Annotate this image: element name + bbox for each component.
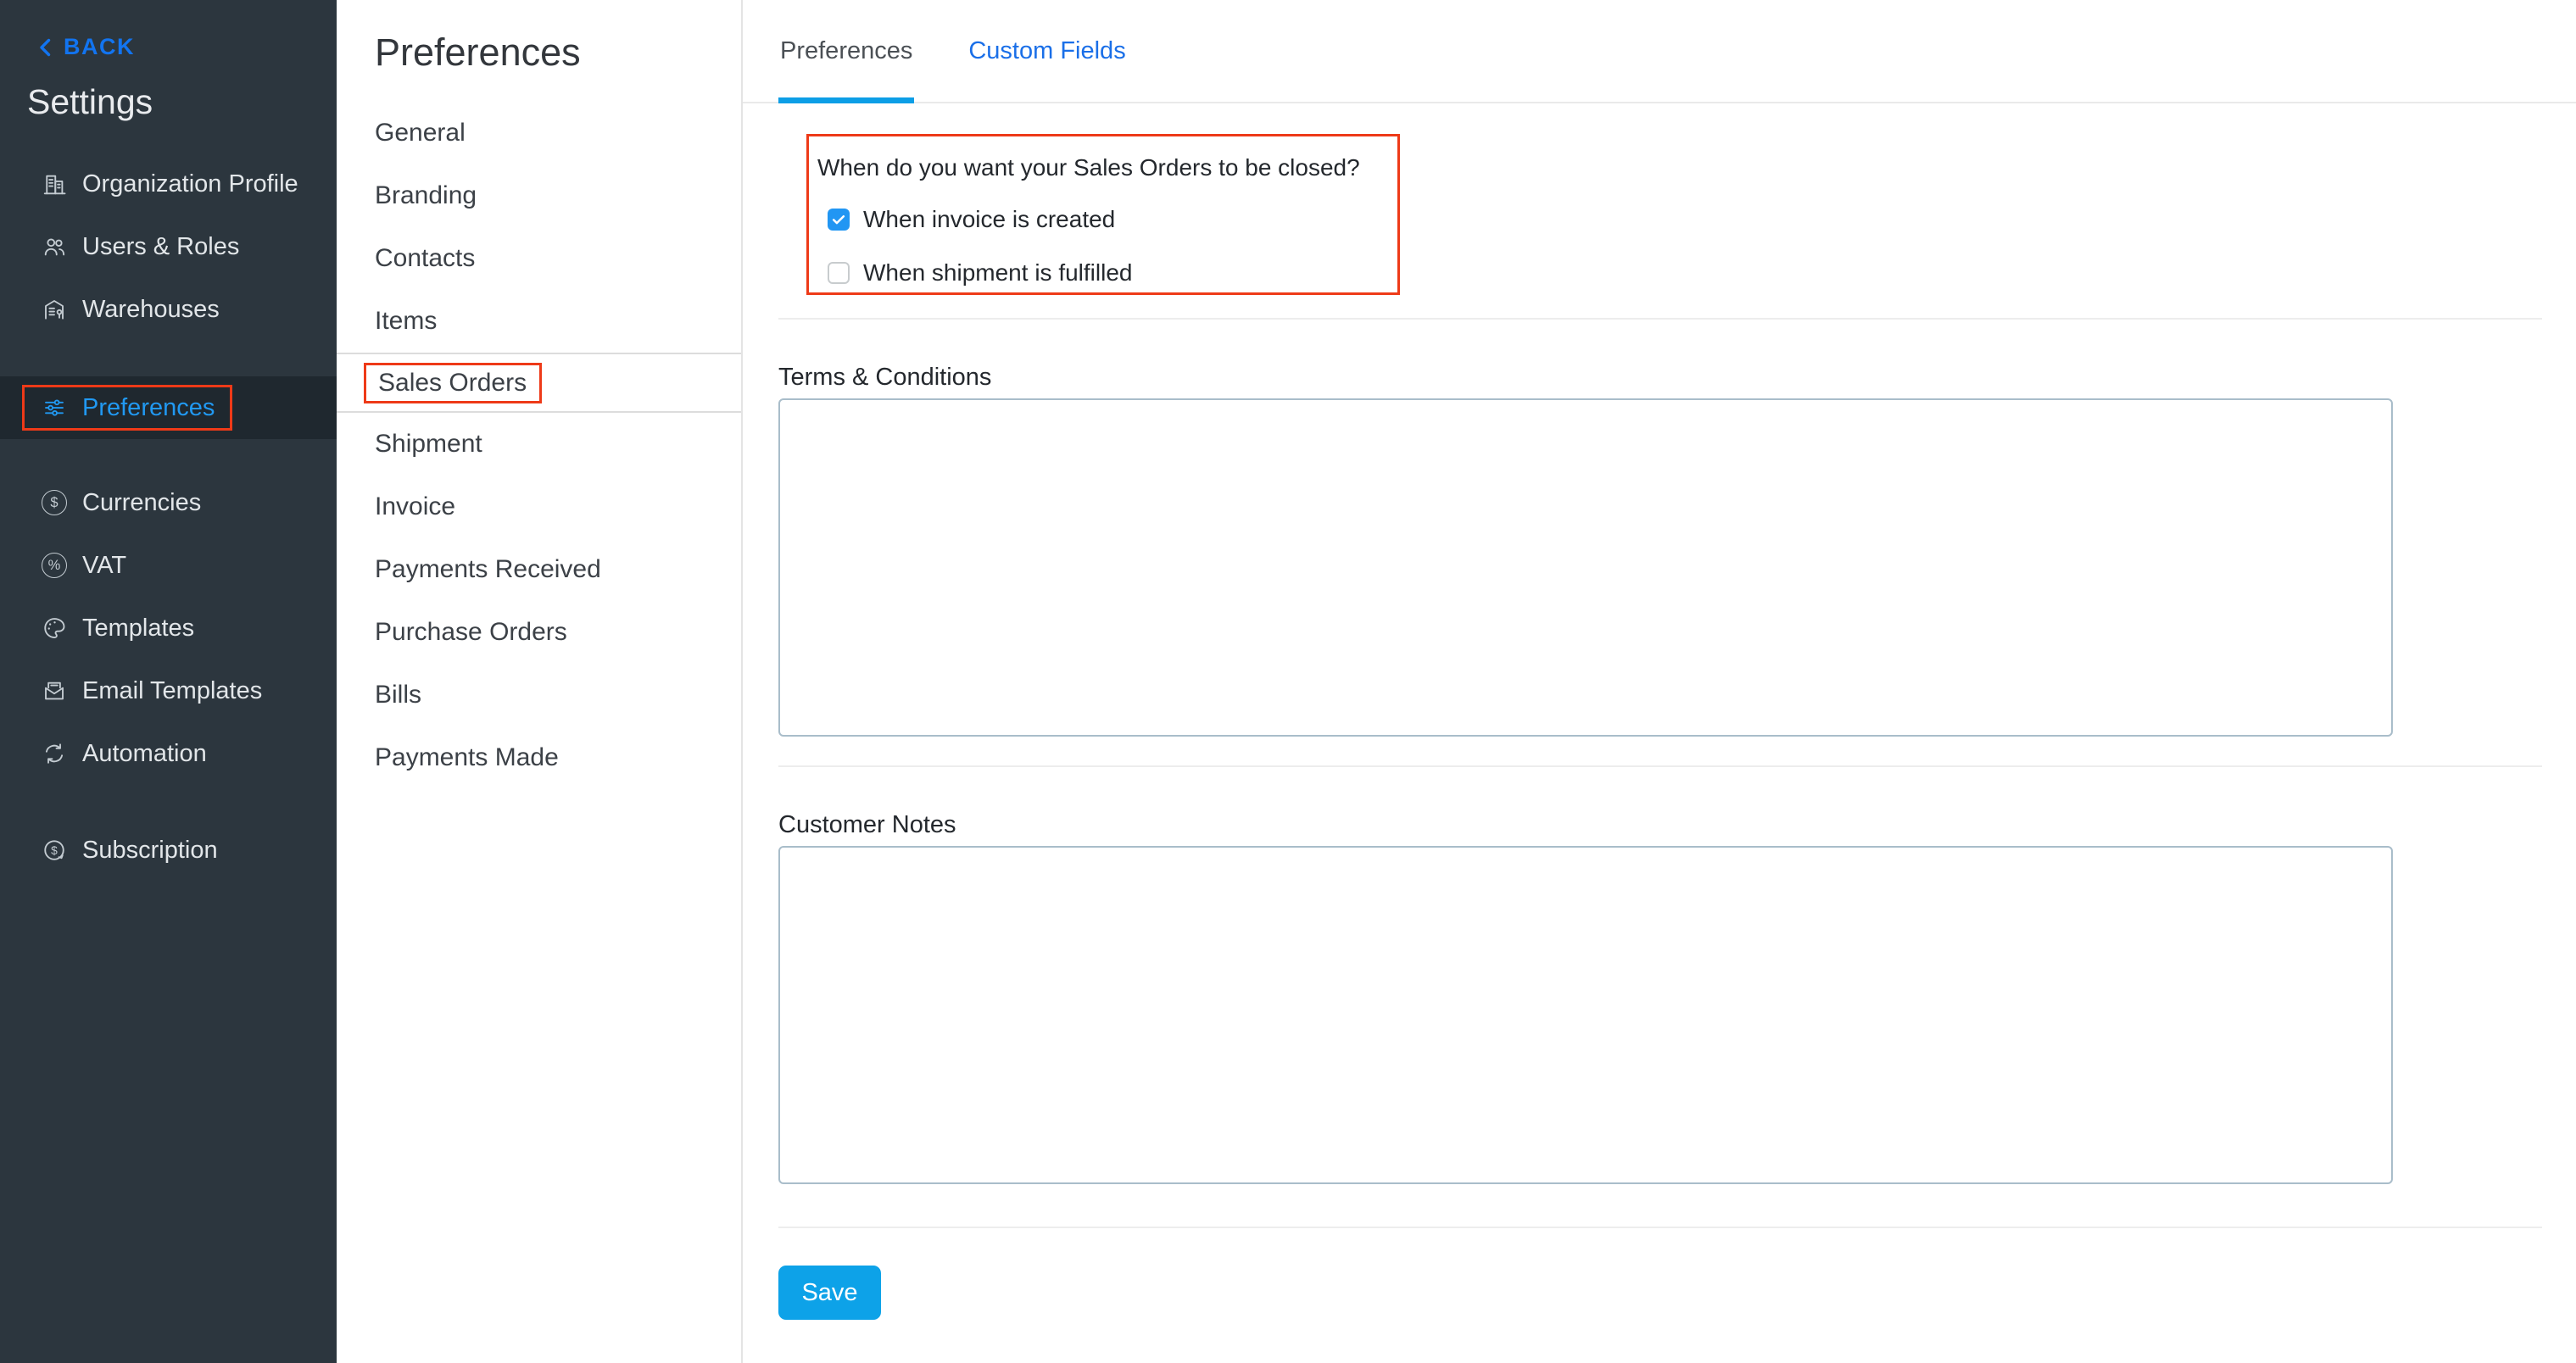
option-when-shipment-fulfilled[interactable]: When shipment is fulfilled bbox=[828, 259, 1397, 287]
tab-preferences[interactable]: Preferences bbox=[778, 0, 915, 103]
svg-text:$: $ bbox=[51, 844, 58, 857]
option-when-invoice-created[interactable]: When invoice is created bbox=[828, 206, 1397, 233]
preferences-module-list: General Branding Contacts Items Sales Or… bbox=[337, 102, 741, 789]
section-divider bbox=[778, 318, 2542, 320]
dollar-refresh-icon: $ bbox=[41, 837, 68, 864]
settings-title: Settings bbox=[27, 82, 153, 121]
annotation-red-box-sidebar: Preferences bbox=[22, 385, 233, 431]
option-label: When shipment is fulfilled bbox=[863, 259, 1133, 286]
annotation-red-box-sales-orders: Sales Orders bbox=[364, 362, 543, 403]
customer-notes-textarea[interactable] bbox=[778, 846, 2393, 1184]
terms-conditions-label: Terms & Conditions bbox=[778, 364, 992, 391]
sidebar-item-email-templates[interactable]: Email Templates bbox=[0, 659, 337, 722]
sidebar-item-label: VAT bbox=[82, 551, 127, 579]
section-divider bbox=[778, 765, 2542, 767]
subnav-item-general[interactable]: General bbox=[337, 102, 741, 164]
sidebar-item-warehouses[interactable]: Warehouses bbox=[0, 278, 337, 341]
tab-custom-fields[interactable]: Custom Fields bbox=[967, 0, 1127, 102]
subnav-item-purchase-orders[interactable]: Purchase Orders bbox=[337, 601, 741, 664]
annotation-red-box-question: When do you want your Sales Orders to be… bbox=[806, 134, 1400, 295]
sidebar-item-vat[interactable]: % VAT bbox=[0, 534, 337, 597]
customer-notes-label: Customer Notes bbox=[778, 811, 956, 838]
sidebar-item-label: Warehouses bbox=[82, 295, 220, 323]
settings-nav: Organization Profile Users & Roles Wareh… bbox=[0, 153, 337, 882]
subnav-item-label: Sales Orders bbox=[378, 368, 527, 397]
tab-content: When do you want your Sales Orders to be… bbox=[743, 134, 2576, 1320]
sidebar-item-subscription[interactable]: $ Subscription bbox=[0, 819, 337, 882]
sidebar-item-label: Subscription bbox=[82, 836, 218, 864]
chevron-left-icon bbox=[36, 37, 56, 58]
back-link[interactable]: BACK bbox=[36, 34, 337, 60]
sidebar-item-label: Preferences bbox=[82, 393, 215, 421]
sidebar-item-organization-profile[interactable]: Organization Profile bbox=[0, 153, 337, 215]
subnav-item-contacts[interactable]: Contacts bbox=[337, 227, 741, 290]
sales-orders-preferences-panel: Preferences Custom Fields When do you wa… bbox=[743, 0, 2576, 1363]
sidebar-item-users-roles[interactable]: Users & Roles bbox=[0, 215, 337, 278]
subnav-title: Preferences bbox=[375, 31, 581, 74]
sidebar-item-templates[interactable]: Templates bbox=[0, 597, 337, 659]
sidebar-item-label: Users & Roles bbox=[82, 232, 240, 260]
sidebar-item-currencies[interactable]: $ Currencies bbox=[0, 471, 337, 534]
checkbox-unchecked-icon[interactable] bbox=[828, 262, 850, 284]
subnav-item-invoice[interactable]: Invoice bbox=[337, 476, 741, 538]
subnav-item-items[interactable]: Items bbox=[337, 290, 741, 353]
sidebar-item-label: Currencies bbox=[82, 488, 202, 516]
sidebar-item-automation[interactable]: Automation bbox=[0, 722, 337, 785]
sync-icon bbox=[41, 740, 68, 767]
sidebar-item-label: Templates bbox=[82, 614, 195, 642]
close-question-label: When do you want your Sales Orders to be… bbox=[817, 154, 1360, 181]
sidebar-item-label: Automation bbox=[82, 739, 207, 767]
section-divider bbox=[778, 1227, 2542, 1228]
terms-conditions-textarea[interactable] bbox=[778, 398, 2393, 737]
settings-sidebar: BACK Settings Organization Profile Users… bbox=[0, 0, 337, 1363]
subnav-item-branding[interactable]: Branding bbox=[337, 164, 741, 227]
sidebar-item-preferences[interactable]: Preferences bbox=[0, 376, 337, 439]
subnav-item-sales-orders[interactable]: Sales Orders bbox=[337, 353, 741, 413]
save-button[interactable]: Save bbox=[778, 1266, 881, 1320]
preferences-subnav: Preferences General Branding Contacts It… bbox=[337, 0, 743, 1363]
option-label: When invoice is created bbox=[863, 206, 1116, 232]
envelope-icon bbox=[41, 677, 68, 704]
warehouse-icon bbox=[41, 296, 68, 323]
percent-circle-icon: % bbox=[41, 552, 68, 579]
subnav-item-payments-made[interactable]: Payments Made bbox=[337, 726, 741, 789]
subnav-item-shipment[interactable]: Shipment bbox=[337, 413, 741, 476]
sidebar-item-label: Email Templates bbox=[82, 676, 263, 704]
sidebar-item-label: Organization Profile bbox=[82, 170, 298, 197]
sliders-icon bbox=[41, 394, 68, 421]
palette-icon bbox=[41, 615, 68, 642]
back-link-label: BACK bbox=[64, 34, 135, 59]
subnav-item-bills[interactable]: Bills bbox=[337, 664, 741, 726]
dollar-circle-icon: $ bbox=[41, 489, 68, 516]
tab-bar: Preferences Custom Fields bbox=[743, 0, 2576, 103]
users-icon bbox=[41, 233, 68, 260]
subnav-item-payments-received[interactable]: Payments Received bbox=[337, 538, 741, 601]
building-icon bbox=[41, 170, 68, 197]
checkbox-checked-icon[interactable] bbox=[828, 209, 850, 231]
